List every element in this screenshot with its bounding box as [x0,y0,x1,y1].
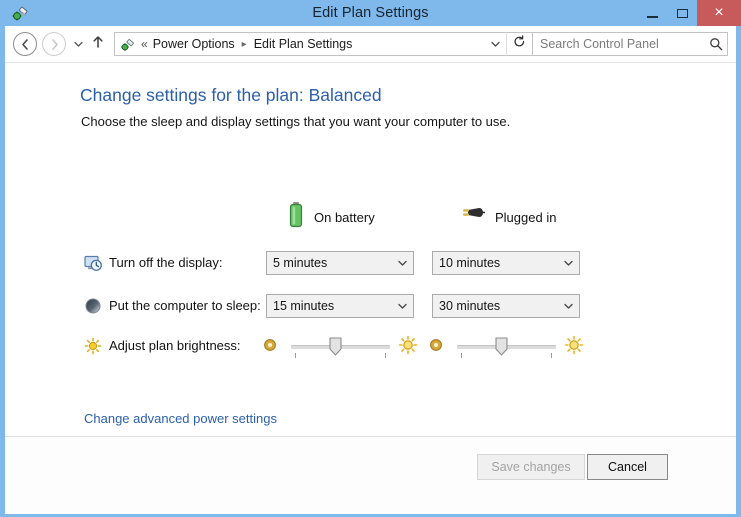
save-changes-button[interactable]: Save changes [477,454,585,480]
window-title: Edit Plan Settings [312,5,429,21]
title-bar: Edit Plan Settings × [0,0,741,26]
minimize-button[interactable] [637,0,667,26]
window-controls: × [637,0,741,26]
slider-tick [461,353,462,358]
column-header-on-battery: On battery [288,201,375,230]
power-plug-icon [457,204,486,231]
battery-icon [288,201,304,234]
brightness-sun-icon [84,337,102,355]
slider-thumb-on-battery[interactable] [329,337,342,356]
refresh-button[interactable] [506,32,532,56]
dropdown-value-display-on-battery: 5 minutes [273,256,328,270]
slider-brightness-on-battery[interactable] [263,332,418,362]
setting-row-brightness: Adjust plan brightness: [5,334,736,364]
slider-tick [551,353,552,358]
setting-row-sleep: Put the computer to sleep: 15 minutes 30… [5,294,736,324]
dim-sun-icon [429,338,443,357]
search-input[interactable] [533,36,705,52]
column-header-plugged-in: Plugged in [457,204,556,230]
chevron-down-icon [557,260,579,267]
breadcrumb-separator-icon[interactable]: ▸ [235,39,254,50]
chevron-down-icon [557,303,579,310]
setting-row-display: Turn off the display: 5 minutes 10 minut… [5,251,736,281]
power-options-icon [119,36,136,53]
forward-button[interactable] [42,32,66,56]
setting-label-sleep: Put the computer to sleep: [109,298,261,313]
close-icon: × [714,4,724,21]
dropdown-value-display-plugged-in: 10 minutes [439,256,501,270]
back-arrow-icon [19,38,32,51]
chevron-down-icon [391,303,413,310]
up-level-button[interactable] [88,32,108,56]
page-subtitle: Choose the sleep and display settings th… [81,114,511,129]
refresh-icon [513,35,526,53]
arrow-up-icon [92,35,104,54]
maximize-button[interactable] [667,0,697,26]
breadcrumb-overflow[interactable]: « [136,37,153,51]
column-label-on-battery: On battery [314,209,375,225]
back-button[interactable] [13,32,37,56]
dropdown-sleep-on-battery[interactable]: 15 minutes [266,294,414,318]
dropdown-display-on-battery[interactable]: 5 minutes [266,251,414,275]
footer-bar: Save changes Cancel [5,436,736,514]
display-clock-icon [84,254,102,272]
sleep-moon-icon [84,297,102,315]
slider-tick [295,353,296,358]
chevron-down-icon [391,260,413,267]
dropdown-value-sleep-plugged-in: 30 minutes [439,299,501,313]
content-area: Change settings for the plan: Balanced C… [5,63,736,455]
breadcrumb-item-power-options[interactable]: Power Options [153,37,235,51]
dim-sun-icon [263,338,277,357]
cancel-button[interactable]: Cancel [587,454,668,480]
close-button[interactable]: × [697,0,741,26]
forward-arrow-icon [48,38,61,51]
window-frame: Edit Plan Settings × « Power Options ▸ E… [0,0,741,517]
address-bar[interactable]: « Power Options ▸ Edit Plan Settings [114,32,506,56]
page-title: Change settings for the plan: Balanced [80,85,382,105]
dropdown-value-sleep-on-battery: 15 minutes [273,299,335,313]
bright-sun-icon [398,335,418,360]
search-box[interactable] [532,32,728,56]
breadcrumb-item-edit-plan-settings[interactable]: Edit Plan Settings [254,37,353,51]
column-label-plugged-in: Plugged in [495,209,557,225]
dropdown-sleep-plugged-in[interactable]: 30 minutes [432,294,580,318]
client-area: « Power Options ▸ Edit Plan Settings Sea… [5,26,736,514]
slider-brightness-plugged-in[interactable] [429,332,584,362]
address-dropdown-icon[interactable] [484,33,506,55]
setting-label-display: Turn off the display: [109,255,223,270]
navigation-bar: « Power Options ▸ Edit Plan Settings [5,26,736,63]
slider-tick [385,353,386,358]
slider-thumb-plugged-in[interactable] [495,337,508,356]
link-change-advanced-power-settings[interactable]: Change advanced power settings [84,411,277,426]
maximize-icon [676,8,688,18]
power-plug-icon [10,3,30,23]
bright-sun-icon [564,335,584,360]
minimize-icon [646,15,658,18]
chevron-down-icon [73,35,83,53]
search-icon[interactable] [705,37,727,51]
recent-locations-button[interactable] [70,32,86,56]
dropdown-display-plugged-in[interactable]: 10 minutes [432,251,580,275]
setting-label-brightness: Adjust plan brightness: [109,338,241,353]
